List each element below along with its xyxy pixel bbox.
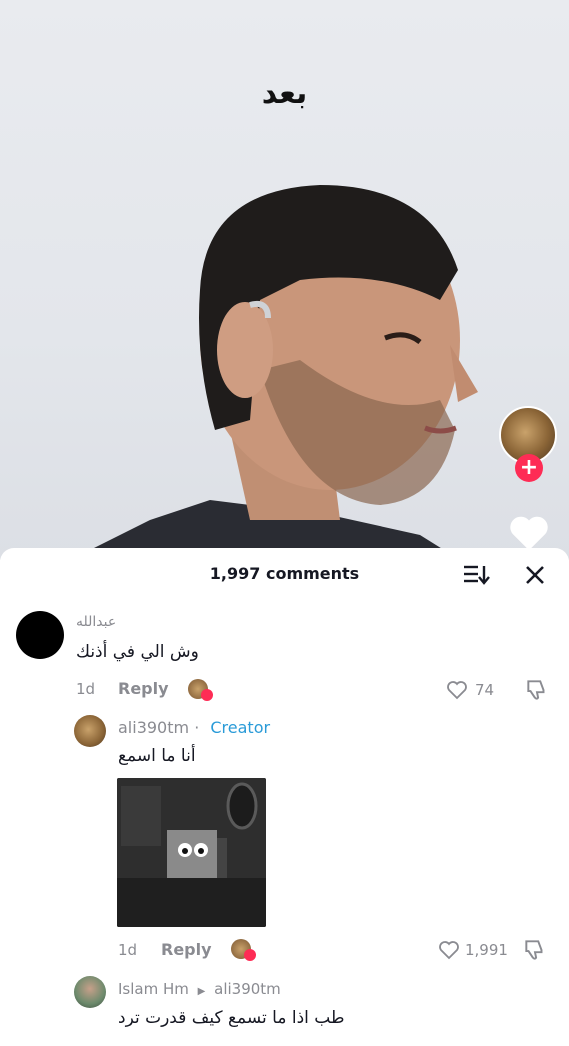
creator-badge: Creator	[210, 718, 271, 737]
dislike-icon[interactable]	[524, 677, 550, 703]
avatar[interactable]	[16, 611, 64, 659]
close-icon[interactable]	[522, 562, 548, 588]
video-overlay-text: بعد	[261, 76, 308, 111]
reply-to-user[interactable]: ali390tm	[214, 980, 281, 998]
avatar[interactable]	[74, 976, 106, 1008]
like-heart-icon[interactable]	[444, 678, 470, 702]
comment-text: وش الي في أذنك	[76, 642, 199, 662]
comment-author-line: Islam Hm ▶ ali390tm	[118, 980, 281, 998]
separator: ·	[194, 718, 200, 737]
comment-age: 1d	[118, 941, 138, 959]
reply-button[interactable]: Reply	[118, 679, 169, 698]
avatar[interactable]	[74, 715, 106, 747]
comments-sheet: 1,997 comments عبدالله وش الي في أذنك 1d…	[0, 548, 569, 1046]
comment-author-line: ali390tm · Creator	[118, 718, 270, 737]
like-count: 1,991	[465, 941, 508, 959]
comment-author[interactable]: Islam Hm	[118, 980, 189, 998]
comment-age: 1d	[76, 680, 96, 698]
reply-arrow-icon: ▶	[197, 986, 206, 997]
heart-icon	[201, 689, 213, 701]
reply-button[interactable]: Reply	[161, 940, 212, 959]
comment-gif-image[interactable]	[117, 778, 266, 927]
like-count: 74	[475, 681, 495, 699]
follow-plus-icon[interactable]: +	[515, 454, 543, 482]
video-player[interactable]: بعد +	[0, 0, 569, 560]
comment-text: أنا ما اسمع	[118, 746, 196, 766]
heart-icon	[244, 949, 256, 961]
comment-author[interactable]: عبدالله	[76, 614, 116, 630]
gif-scene	[117, 778, 266, 927]
like-heart-icon[interactable]	[436, 938, 462, 962]
dislike-icon[interactable]	[522, 937, 548, 963]
comment-author[interactable]: ali390tm	[118, 718, 189, 737]
comment-text: طب اذا ما تسمع كيف قدرت ترد	[118, 1008, 345, 1028]
sort-icon[interactable]	[462, 562, 490, 586]
